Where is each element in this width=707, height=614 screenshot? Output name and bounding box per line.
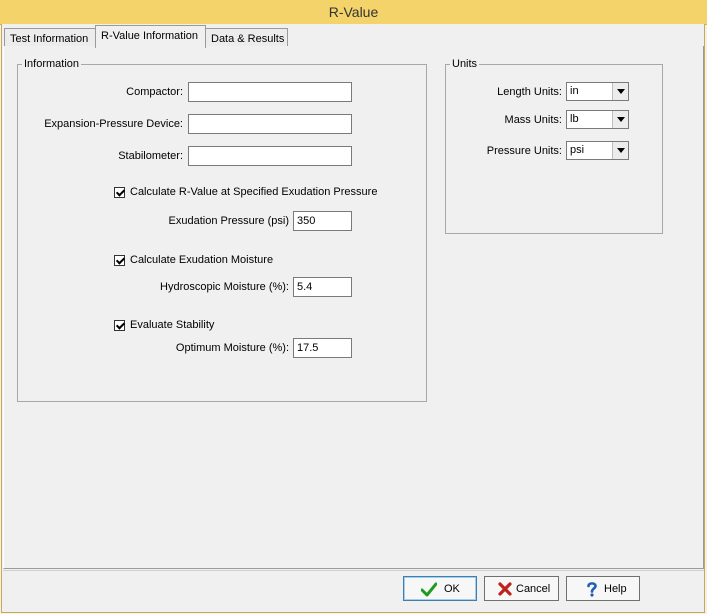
pressure-units-label: Pressure Units: bbox=[486, 145, 562, 157]
footer-divider bbox=[3, 570, 704, 571]
length-units-select[interactable]: in bbox=[566, 82, 629, 101]
optimum-moisture-label: Optimum Moisture (%): bbox=[175, 342, 289, 354]
evaluate-stability-checkbox[interactable] bbox=[114, 320, 125, 331]
calculate-exudation-moisture-checkbox[interactable] bbox=[114, 255, 125, 266]
pressure-units-select[interactable]: psi bbox=[566, 141, 629, 160]
ok-label: OK bbox=[444, 583, 460, 595]
tab-label: Test Information bbox=[10, 33, 89, 45]
expansion-pressure-device-input[interactable] bbox=[188, 114, 352, 134]
checkmark-icon bbox=[421, 582, 437, 597]
stabilometer-input[interactable] bbox=[188, 146, 352, 166]
mass-units-select[interactable]: lb bbox=[566, 110, 629, 129]
stabilometer-label: Stabilometer: bbox=[118, 150, 183, 162]
help-button[interactable]: Help bbox=[566, 576, 640, 601]
question-icon bbox=[587, 582, 597, 597]
exudation-pressure-input[interactable] bbox=[293, 211, 352, 231]
mass-units-value: lb bbox=[570, 113, 579, 125]
ok-button[interactable]: OK bbox=[403, 576, 477, 601]
mass-units-label: Mass Units: bbox=[504, 114, 562, 126]
x-icon bbox=[498, 582, 512, 596]
expansion-pressure-device-label: Expansion-Pressure Device: bbox=[44, 118, 183, 130]
hydroscopic-moisture-label: Hydroscopic Moisture (%): bbox=[160, 281, 289, 293]
exudation-pressure-label: Exudation Pressure (psi) bbox=[168, 215, 289, 227]
tab-test-information[interactable]: Test Information bbox=[4, 28, 96, 48]
help-label: Help bbox=[604, 583, 627, 595]
compactor-input[interactable] bbox=[188, 82, 352, 102]
chevron-down-icon[interactable] bbox=[612, 111, 628, 128]
cancel-label: Cancel bbox=[516, 583, 551, 595]
hydroscopic-moisture-input[interactable] bbox=[293, 277, 352, 297]
calculate-r-value-label: Calculate R-Value at Specified Exudation… bbox=[130, 186, 378, 198]
evaluate-stability-label: Evaluate Stability bbox=[130, 319, 215, 331]
cancel-button[interactable]: Cancel bbox=[484, 576, 559, 601]
tab-r-value-information[interactable]: R-Value Information bbox=[95, 25, 206, 48]
optimum-moisture-input[interactable] bbox=[293, 338, 352, 358]
pressure-units-value: psi bbox=[570, 144, 585, 156]
tab-label: Data & Results bbox=[211, 33, 285, 45]
information-legend: Information bbox=[22, 58, 82, 70]
title-bar: R-Value bbox=[0, 0, 707, 25]
calculate-exudation-moisture-label: Calculate Exudation Moisture bbox=[130, 254, 274, 266]
units-legend: Units bbox=[450, 58, 480, 70]
compactor-label: Compactor: bbox=[126, 86, 183, 98]
chevron-down-icon[interactable] bbox=[612, 142, 628, 159]
window-title: R-Value bbox=[328, 4, 379, 20]
length-units-label: Length Units: bbox=[497, 86, 562, 98]
calculate-r-value-checkbox[interactable] bbox=[114, 187, 125, 198]
chevron-down-icon[interactable] bbox=[612, 83, 628, 100]
length-units-value: in bbox=[570, 85, 579, 97]
tab-label: R-Value Information bbox=[101, 30, 199, 42]
tab-data-results[interactable]: Data & Results bbox=[205, 28, 288, 48]
